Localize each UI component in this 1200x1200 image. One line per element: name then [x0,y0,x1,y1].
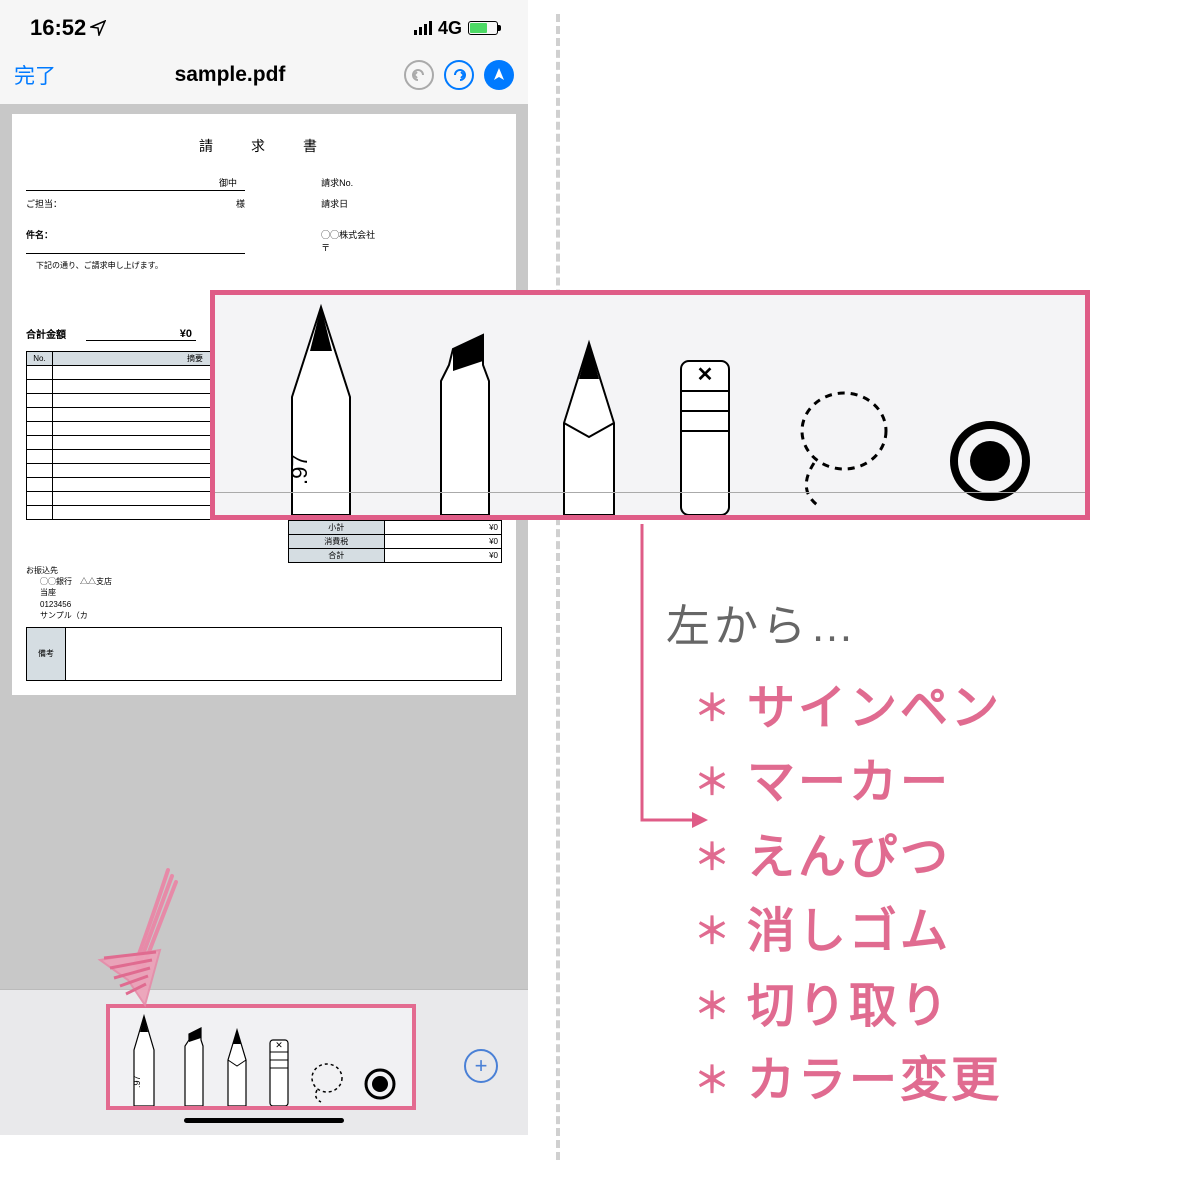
svg-text:✕: ✕ [696,364,713,386]
markup-bottom-area: .97 ✕ + [0,909,528,1135]
battery-icon [468,21,498,35]
invoice-title: 請 求 書 [26,136,502,156]
annotation-item: ＊消しゴム [666,895,1002,969]
pen-tool-small[interactable]: .97 [124,1010,164,1106]
undo-button[interactable] [404,60,434,90]
annotation-item: ＊えんぴつ [666,821,1002,895]
color-tool-large[interactable] [945,395,1035,515]
annotation-item: ＊マーカー [666,746,1002,820]
total-label: 合計金額 [26,326,66,341]
total-value: ¥0 [86,328,196,341]
network-label: 4G [438,18,462,39]
lasso-tool-small[interactable] [307,1056,347,1106]
vertical-divider [556,14,560,1160]
nav-bar: 完了 sample.pdf [0,50,528,104]
eraser-tool-small[interactable]: ✕ [266,1030,292,1106]
lasso-tool-large[interactable] [786,375,896,515]
annotation-title: 左から… [666,590,1002,654]
status-bar: 16:52 4G [0,0,528,50]
annotation-item: ＊カラー変更 [666,1044,1002,1118]
invoice-note: 下記の通り、ご請求申し上げます。 [36,260,502,271]
pencil-tool-large[interactable] [554,337,624,515]
svg-text:.97: .97 [132,1075,142,1088]
invoice-no-label: 請求No. [321,176,502,191]
done-button[interactable]: 完了 [14,60,56,90]
add-button[interactable]: + [464,1049,498,1083]
svg-text:✕: ✕ [275,1040,283,1050]
pencil-tool-small[interactable] [224,1026,250,1106]
annotation-item: ＊切り取り [666,970,1002,1044]
col-no: No. [27,352,53,366]
markup-button[interactable] [484,60,514,90]
postal-label: 〒 [321,241,502,254]
home-indicator [184,1118,344,1123]
bank-info: お振込先 ◯◯銀行 △△支店 当座 0123456 サンプル（カ [26,565,502,621]
redo-button[interactable] [444,60,474,90]
annotation-list: 左から… ＊サインペン ＊マーカー ＊えんぴつ ＊消しゴム ＊切り取り ＊カラー… [666,590,1002,1118]
subject-label: 件名： [26,228,245,254]
signal-icon [414,21,432,35]
remarks-box: 備考 [26,627,502,681]
document-title: sample.pdf [175,63,286,87]
location-icon [90,20,106,36]
pen-size-label: .97 [287,454,312,485]
pen-tool-large[interactable]: .97 [266,301,376,515]
summary-table: 小計¥0 消費税¥0 合計¥0 [288,520,502,563]
company-name: ◯◯株式会社 [321,228,502,241]
annotation-item: ＊サインペン [666,672,1002,746]
invoice-date-label: 請求日 [321,197,502,210]
sama-label: 様 [236,197,245,210]
markup-toolbar-small: .97 ✕ [106,1004,416,1110]
marker-tool-large[interactable] [425,325,505,515]
person-label: ご担当： [26,197,62,210]
markup-toolbar-callout: .97 ✕ [210,290,1090,520]
marker-tool-small[interactable] [179,1020,209,1106]
phone-screenshot: 16:52 4G 完了 sample.pdf 請 求 書 御中 請求No. [0,0,528,1135]
onchu-line: 御中 [26,176,245,191]
eraser-tool-large[interactable]: ✕ [673,343,737,515]
status-time: 16:52 [30,15,86,41]
color-tool-small[interactable] [362,1056,398,1106]
